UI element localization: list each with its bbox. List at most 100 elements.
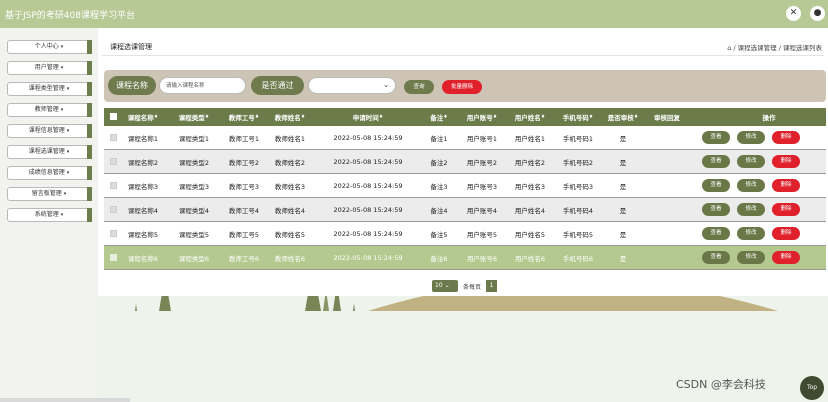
- sidebar-item-course-types[interactable]: 课程类型管理 ▾: [7, 82, 92, 96]
- column-header-label: 备注: [430, 114, 444, 122]
- page-number-1[interactable]: 1: [486, 280, 497, 292]
- back-to-top-button[interactable]: Top: [800, 376, 824, 400]
- column-header-phone[interactable]: 手机号码 ♦: [557, 108, 599, 126]
- delete-button[interactable]: 删除: [772, 227, 800, 240]
- sidebar-item-label: 个人中心: [34, 43, 59, 50]
- user-icon[interactable]: ●: [810, 6, 825, 21]
- cell-course-name: 课程名称3: [127, 182, 159, 191]
- table-row[interactable]: 课程名称3 课程类型3 教师工号3 教师姓名3 2022-05-08 15:24:59 备…: [104, 174, 826, 198]
- delete-button[interactable]: 删除: [772, 179, 800, 192]
- sort-icon: ♦: [540, 114, 546, 120]
- table-row[interactable]: 课程名称6 课程类型6 教师工号6 教师姓名6 2022-05-08 15:24:59 备…: [104, 246, 826, 270]
- expand-icon[interactable]: ✕: [786, 6, 801, 21]
- delete-button[interactable]: 删除: [772, 203, 800, 216]
- cell-reviewed: 是: [619, 254, 627, 263]
- delete-button[interactable]: 删除: [772, 251, 800, 264]
- edit-button[interactable]: 修改: [737, 179, 765, 192]
- cell-phone: 手机号码2: [562, 158, 594, 167]
- page-size-select[interactable]: 10 ⌄: [432, 280, 458, 292]
- column-header-reviewed[interactable]: 是否审核 ♦: [601, 108, 645, 126]
- cell-apply-time: 2022-05-08 15:24:59: [333, 253, 403, 262]
- view-button[interactable]: 查看: [702, 251, 730, 264]
- sort-icon: ♦: [443, 114, 448, 120]
- view-button[interactable]: 查看: [702, 203, 730, 216]
- sidebar-item-teachers[interactable]: 教师管理 ▾: [7, 103, 92, 117]
- cell-course-type: 课程类型1: [178, 134, 210, 143]
- sort-icon: ♦: [254, 114, 260, 120]
- edit-button[interactable]: 修改: [737, 203, 765, 216]
- table-row[interactable]: 课程名称4 课程类型4 教师工号4 教师姓名4 2022-05-08 15:24:59 备…: [104, 198, 826, 222]
- column-header-teacher-name[interactable]: 教师姓名 ♦: [267, 108, 313, 126]
- row-checkbox[interactable]: [110, 254, 117, 261]
- sidebar-item-personal-center[interactable]: 个人中心 ▾: [7, 40, 92, 54]
- cell-course-type: 课程类型5: [178, 230, 210, 239]
- home-icon[interactable]: ⌂: [727, 44, 731, 52]
- cell-remark: 备注2: [430, 158, 448, 167]
- column-header-apply-time[interactable]: 申请时间 ♦: [317, 108, 419, 126]
- view-button[interactable]: 查看: [702, 179, 730, 192]
- row-checkbox[interactable]: [110, 134, 117, 141]
- column-header-label: 是否审核: [607, 114, 634, 122]
- edit-button[interactable]: 修改: [737, 131, 765, 144]
- view-button[interactable]: 查看: [702, 155, 730, 168]
- table-row[interactable]: 课程名称5 课程类型5 教师工号5 教师姓名5 2022-05-08 15:24:59 备…: [104, 222, 826, 246]
- cell-user-account: 用户账号6: [466, 254, 498, 263]
- select-all-checkbox[interactable]: [110, 113, 117, 120]
- batch-delete-button[interactable]: 批量删除: [442, 80, 482, 94]
- sidebar-item-course-info[interactable]: 课程信息管理 ▾: [7, 124, 92, 138]
- column-header-course-type[interactable]: 课程类型 ♦: [170, 108, 218, 126]
- delete-button[interactable]: 删除: [772, 131, 800, 144]
- sort-icon: ♦: [492, 114, 498, 120]
- cell-user-name: 用户姓名6: [514, 254, 546, 263]
- edit-button[interactable]: 修改: [737, 155, 765, 168]
- column-header-course-name[interactable]: 课程名称 ♦: [122, 108, 164, 126]
- column-header-remark[interactable]: 备注 ♦: [419, 108, 459, 126]
- sort-icon: ♦: [378, 114, 384, 120]
- sort-icon: ♦: [300, 114, 306, 120]
- column-header-label: 教师姓名: [274, 114, 301, 122]
- view-button[interactable]: 查看: [702, 227, 730, 240]
- cell-course-type: 课程类型4: [178, 206, 210, 215]
- cell-reviewed: 是: [619, 230, 627, 239]
- sidebar-item-users[interactable]: 用户管理 ▾: [7, 61, 92, 75]
- row-checkbox[interactable]: [110, 206, 117, 213]
- chevron-down-icon: ▾: [66, 86, 70, 92]
- column-header-teacher-id[interactable]: 教师工号 ♦: [222, 108, 266, 126]
- cell-teacher-id: 教师工号5: [228, 230, 260, 239]
- column-header-user-account[interactable]: 用户账号 ♦: [459, 108, 505, 126]
- cell-teacher-name: 教师姓名1: [274, 134, 306, 143]
- main-content: 课程选课管理 ⌂ / 课程选课管理 / 课程选课列表 课程名称 是否通过 ⌄ 查…: [98, 28, 828, 402]
- horizontal-scrollbar[interactable]: [0, 398, 130, 402]
- selection-table: 课程名称 ♦ 课程类型 ♦ 教师工号 ♦ 教师姓名 ♦ 申请时间 ♦ 备注 ♦ 用户账号 ♦ 用户姓名 ♦ 手机…: [104, 108, 826, 270]
- cell-phone: 手机号码3: [562, 182, 594, 191]
- cell-teacher-name: 教师姓名4: [274, 206, 306, 215]
- edit-button[interactable]: 修改: [737, 251, 765, 264]
- sidebar-item-label: 系统管理: [34, 211, 59, 218]
- chevron-down-icon: ▾: [60, 212, 64, 218]
- row-checkbox[interactable]: [110, 182, 117, 189]
- sidebar-item-messages[interactable]: 留言板管理 ▾: [7, 187, 92, 201]
- table-row[interactable]: 课程名称2 课程类型2 教师工号2 教师姓名2 2022-05-08 15:24:59 备…: [104, 150, 826, 174]
- table-row[interactable]: 课程名称1 课程类型1 教师工号1 教师姓名1 2022-05-08 15:24:59 备…: [104, 126, 826, 150]
- cell-apply-time: 2022-05-08 15:24:59: [333, 181, 403, 190]
- passed-select[interactable]: ⌄: [308, 77, 396, 94]
- row-checkbox[interactable]: [110, 230, 117, 237]
- cell-review-reply: [647, 174, 687, 197]
- course-name-input[interactable]: [159, 77, 246, 94]
- sidebar-item-system[interactable]: 系统管理 ▾: [7, 208, 92, 222]
- sidebar-item-grades[interactable]: 成绩信息管理 ▾: [7, 166, 92, 180]
- edit-button[interactable]: 修改: [737, 227, 765, 240]
- column-header-label: 教师工号: [228, 114, 255, 122]
- column-header-user-name[interactable]: 用户姓名 ♦: [506, 108, 554, 126]
- cell-course-name: 课程名称1: [127, 134, 159, 143]
- cell-remark: 备注5: [430, 230, 448, 239]
- top-bar: 基于JSP的考研408课程学习平台 ✕ ●: [0, 0, 828, 28]
- page-title: 课程选课管理: [110, 43, 152, 51]
- view-button[interactable]: 查看: [702, 131, 730, 144]
- row-checkbox[interactable]: [110, 158, 117, 165]
- delete-button[interactable]: 删除: [772, 155, 800, 168]
- query-button[interactable]: 查询: [404, 80, 434, 94]
- cell-user-name: 用户姓名4: [514, 206, 546, 215]
- app-title: 基于JSP的考研408课程学习平台: [5, 11, 135, 21]
- sidebar-item-course-selection[interactable]: 课程选课管理 ▾: [7, 145, 92, 159]
